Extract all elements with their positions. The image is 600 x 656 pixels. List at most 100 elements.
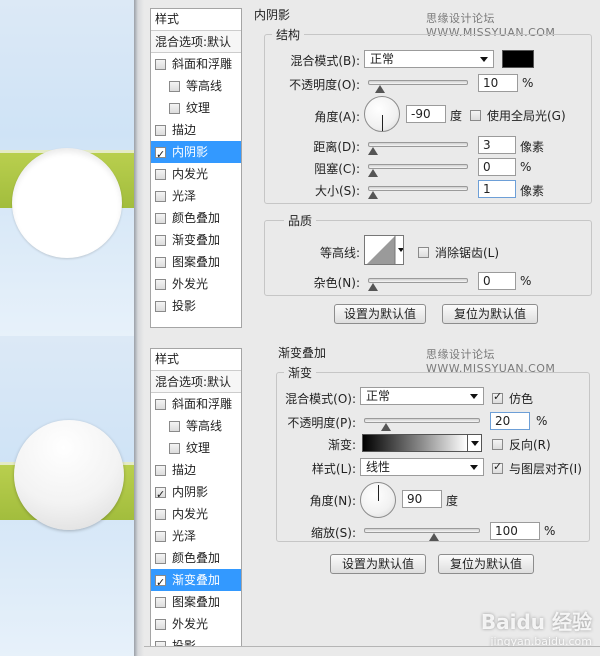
style-list-item[interactable]: 描边 [151, 459, 241, 481]
checkbox-icon[interactable] [169, 442, 180, 454]
blend-mode-select[interactable]: 正常 [364, 50, 494, 68]
distance-label: 距离(D): [313, 140, 360, 154]
opacity-slider[interactable] [368, 80, 468, 93]
style-list-item[interactable]: 图案叠加 [151, 591, 241, 613]
blend-options-item[interactable]: 混合选项:默认 [151, 31, 241, 53]
gradient-style-select[interactable]: 线性 [360, 458, 484, 476]
style-list-item-label: 纹理 [186, 441, 211, 455]
style-list-item[interactable]: 渐变叠加 [151, 569, 241, 594]
checkbox-icon[interactable] [169, 80, 180, 92]
gradient-preview[interactable] [362, 434, 468, 452]
make-default-button[interactable]: 设置为默认值 [330, 554, 426, 574]
style-list-item[interactable]: 内阴影 [151, 481, 241, 506]
anti-alias-checkbox[interactable]: 消除锯齿(L) [418, 244, 499, 261]
checkbox-icon[interactable] [155, 300, 166, 312]
checkbox-icon[interactable] [155, 190, 166, 202]
opacity-slider[interactable] [364, 418, 480, 431]
checkbox-icon[interactable] [155, 234, 166, 246]
gradient-dropdown[interactable] [468, 434, 482, 452]
distance-slider[interactable] [368, 142, 468, 155]
slider-thumb[interactable] [429, 533, 439, 541]
angle-dial[interactable] [360, 482, 396, 518]
choke-slider[interactable] [368, 164, 468, 177]
style-list-item[interactable]: 纹理 [151, 437, 241, 459]
checkbox-icon[interactable] [492, 390, 503, 404]
style-list-header[interactable]: 样式 [151, 349, 241, 371]
checkbox-icon[interactable] [155, 58, 166, 70]
angle-input[interactable]: -90 [406, 105, 446, 123]
style-list-item[interactable]: 斜面和浮雕 [151, 53, 241, 75]
checkbox-icon[interactable] [492, 439, 503, 450]
blend-options-item[interactable]: 混合选项:默认 [151, 371, 241, 393]
slider-thumb[interactable] [368, 147, 378, 155]
checkbox-icon[interactable] [155, 530, 166, 542]
slider-thumb[interactable] [375, 85, 385, 93]
checkbox-icon[interactable] [418, 247, 429, 258]
style-list-item[interactable]: 投影 [151, 295, 241, 317]
slider-thumb[interactable] [368, 283, 378, 291]
noise-input[interactable]: 0 [478, 272, 516, 290]
style-list-item[interactable]: 光泽 [151, 185, 241, 207]
global-light-checkbox[interactable]: 使用全局光(G) [470, 107, 566, 124]
style-list-item[interactable]: 内阴影 [151, 141, 241, 166]
reset-default-button[interactable]: 复位为默认值 [438, 554, 534, 574]
style-list-item[interactable]: 内发光 [151, 163, 241, 185]
style-list-item[interactable]: 描边 [151, 119, 241, 141]
opacity-input[interactable]: 10 [478, 74, 518, 92]
checkbox-icon[interactable] [155, 398, 166, 410]
checkbox-icon[interactable] [155, 618, 166, 630]
angle-input[interactable]: 90 [402, 490, 442, 508]
style-list-item[interactable]: 颜色叠加 [151, 547, 241, 569]
shadow-color-swatch[interactable] [502, 50, 534, 68]
checkbox-icon[interactable] [155, 508, 166, 520]
checkbox-icon[interactable] [169, 102, 180, 114]
style-list-item[interactable]: 内发光 [151, 503, 241, 525]
style-list-item[interactable]: 光泽 [151, 525, 241, 547]
checkbox-icon[interactable] [155, 596, 166, 608]
choke-input[interactable]: 0 [478, 158, 516, 176]
checkbox-icon[interactable] [155, 256, 166, 268]
checkbox-icon[interactable] [169, 420, 180, 432]
style-list-item[interactable]: 渐变叠加 [151, 229, 241, 251]
checkbox-icon[interactable] [155, 168, 166, 180]
style-list-item[interactable]: 外发光 [151, 613, 241, 635]
blend-mode-select[interactable]: 正常 [360, 387, 484, 405]
gradient-style-value: 线性 [366, 460, 391, 474]
style-list-item[interactable]: 纹理 [151, 97, 241, 119]
distance-input[interactable]: 3 [478, 136, 516, 154]
make-default-button[interactable]: 设置为默认值 [334, 304, 426, 324]
noise-slider[interactable] [368, 278, 468, 291]
checkbox-icon[interactable] [155, 572, 166, 594]
reverse-checkbox[interactable]: 反向(R) [492, 436, 551, 453]
style-list-item[interactable]: 图案叠加 [151, 251, 241, 273]
style-list-item[interactable]: 等高线 [151, 415, 241, 437]
contour-picker[interactable] [364, 235, 404, 265]
checkbox-icon[interactable] [470, 110, 481, 121]
checkbox-icon[interactable] [155, 212, 166, 224]
size-slider[interactable] [368, 186, 468, 199]
scale-slider[interactable] [364, 528, 480, 541]
contour-curve-icon [367, 236, 403, 264]
dither-checkbox[interactable]: 仿色 [492, 390, 533, 407]
opacity-input[interactable]: 20 [490, 412, 530, 430]
checkbox-icon[interactable] [155, 464, 166, 476]
slider-thumb[interactable] [381, 423, 391, 431]
checkbox-icon[interactable] [155, 278, 166, 290]
style-list-item[interactable]: 颜色叠加 [151, 207, 241, 229]
size-input[interactable]: 1 [478, 180, 516, 198]
checkbox-icon[interactable] [155, 484, 166, 506]
style-list-header[interactable]: 样式 [151, 9, 241, 31]
scale-input[interactable]: 100 [490, 522, 540, 540]
checkbox-icon[interactable] [155, 552, 166, 564]
slider-thumb[interactable] [368, 191, 378, 199]
checkbox-icon[interactable] [492, 460, 503, 474]
angle-dial[interactable] [364, 96, 400, 132]
checkbox-icon[interactable] [155, 144, 166, 166]
checkbox-icon[interactable] [155, 124, 166, 136]
align-layer-checkbox[interactable]: 与图层对齐(I) [492, 460, 582, 477]
reset-default-button[interactable]: 复位为默认值 [442, 304, 538, 324]
style-list-item[interactable]: 外发光 [151, 273, 241, 295]
slider-thumb[interactable] [368, 169, 378, 177]
style-list-item[interactable]: 等高线 [151, 75, 241, 97]
style-list-item[interactable]: 斜面和浮雕 [151, 393, 241, 415]
